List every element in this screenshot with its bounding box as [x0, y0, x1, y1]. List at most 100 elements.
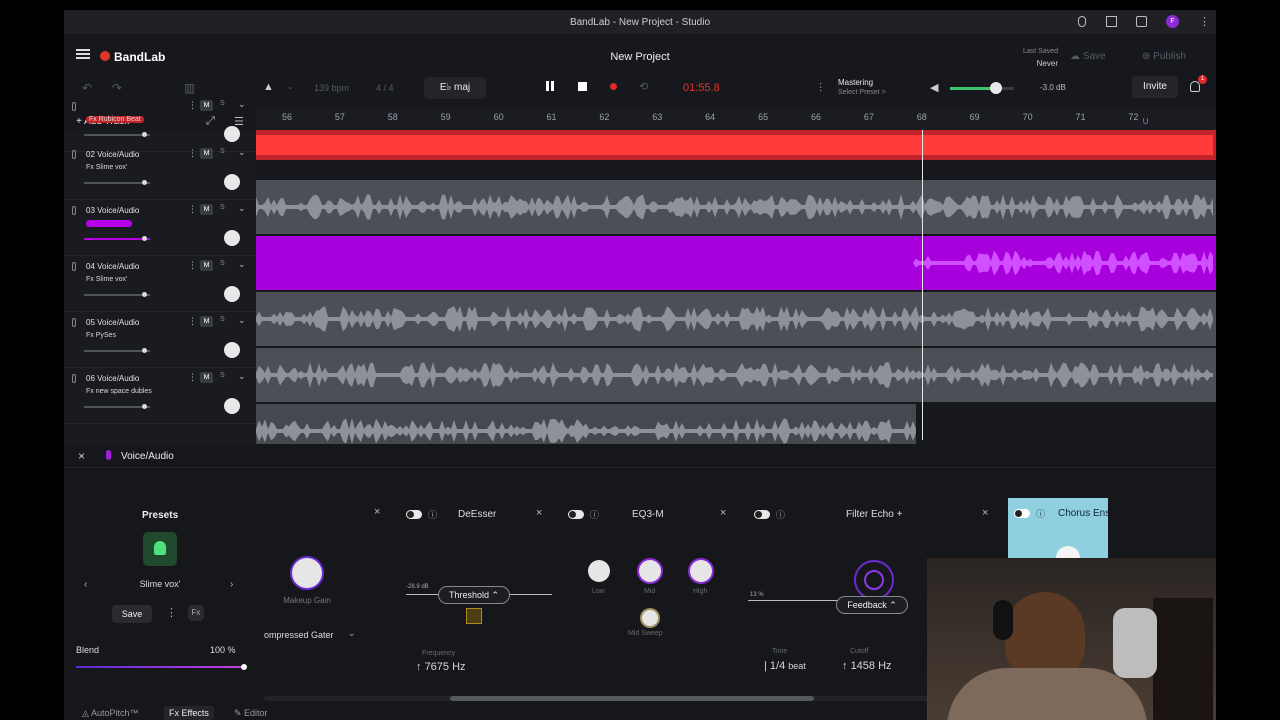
track-volume-slider[interactable] — [84, 180, 150, 185]
track-volume-slider[interactable] — [84, 348, 150, 353]
close-plugin-icon[interactable]: × — [374, 506, 380, 518]
track-more-icon[interactable]: ⋮ — [188, 100, 197, 111]
track-mic-icon[interactable] — [72, 318, 76, 327]
save-button[interactable]: ☁ Save — [1070, 51, 1106, 62]
track-volume-knob[interactable] — [142, 348, 147, 353]
mute-button[interactable]: M — [200, 204, 213, 215]
undo-icon[interactable]: ↶ — [82, 81, 92, 95]
prev-preset-icon[interactable]: ‹ — [84, 579, 87, 590]
makeup-gain-knob[interactable] — [292, 558, 322, 588]
track-row[interactable]: 03 Voice/Audio Fx Slime vox ⋮ M S ⌄ — [64, 200, 256, 256]
deesser-info-icon[interactable]: ⓘ — [428, 508, 437, 521]
track-fx-label[interactable]: Fx Slime vox — [86, 220, 133, 227]
track-name[interactable]: 05 Voice/Audio — [86, 318, 139, 327]
frequency-value[interactable]: ↑ 7675 Hz — [416, 661, 466, 673]
user-avatar[interactable]: F — [1166, 15, 1179, 28]
mute-button[interactable]: M — [200, 316, 213, 327]
track-pan-knob[interactable] — [224, 398, 240, 414]
mastering-icon[interactable]: ⫶ — [819, 81, 822, 96]
more-options-icon[interactable]: ⋮ — [1199, 15, 1210, 28]
track-name[interactable]: 02 Voice/Audio — [86, 150, 139, 159]
track-fx-label[interactable]: Fx Slime vox' — [86, 276, 127, 283]
volume-knob[interactable] — [990, 82, 1003, 94]
track-pan-knob[interactable] — [224, 126, 240, 142]
track-lane[interactable] — [256, 130, 1216, 160]
metronome-icon[interactable]: ▲ — [263, 81, 274, 93]
track-volume-knob[interactable] — [142, 236, 147, 241]
track-lane[interactable] — [256, 292, 1216, 346]
solo-button[interactable]: S — [220, 316, 225, 323]
threshold-control[interactable]: Threshold ⌃ — [438, 586, 510, 604]
track-row[interactable]: 02 Voice/Audio Fx Slime vox' ⋮ M S ⌄ — [64, 144, 256, 200]
timeline-ruler[interactable]: 56 57 58 59 60 61 62 63 64 65 66 67 68 69 70 71 72 — [256, 108, 1216, 130]
mastering-label[interactable]: Mastering — [838, 78, 873, 87]
mute-button[interactable]: M — [200, 372, 213, 383]
solo-button[interactable]: S — [220, 260, 225, 267]
track-expand-icon[interactable]: ⌄ — [238, 315, 246, 326]
redo-icon[interactable]: ↷ — [112, 81, 122, 95]
close-panel-icon[interactable]: × — [78, 449, 85, 463]
extensions-icon[interactable] — [1136, 16, 1147, 27]
track-volume-slider[interactable] — [84, 292, 150, 297]
mute-button[interactable]: M — [200, 260, 213, 271]
track-more-icon[interactable]: ⋮ — [188, 148, 197, 159]
track-mic-icon[interactable] — [72, 150, 76, 159]
eq-high-knob[interactable] — [690, 560, 712, 582]
deesser-toggle[interactable] — [406, 510, 422, 519]
track-volume-knob[interactable] — [142, 180, 147, 185]
track-row[interactable]: 05 Voice/Audio Fx PySes ⋮ M S ⌄ — [64, 312, 256, 368]
playhead[interactable] — [921, 130, 923, 440]
save-preset-button[interactable]: Save — [112, 605, 152, 623]
speaker-icon[interactable]: ◀ — [930, 81, 938, 94]
piano-icon[interactable] — [1106, 16, 1117, 27]
key-selector[interactable]: E♭ maj — [424, 77, 486, 99]
record-button[interactable] — [610, 83, 617, 90]
tab-autopitch[interactable]: ◬ AutoPitch™ — [82, 708, 138, 719]
track-more-icon[interactable]: ⋮ — [188, 372, 197, 383]
track-lane[interactable] — [256, 236, 1216, 290]
track-pan-knob[interactable] — [224, 230, 240, 246]
mastering-preset[interactable]: Select Preset > — [838, 89, 886, 96]
chorus-info-icon[interactable]: ⓘ — [1036, 507, 1045, 520]
bpm-display[interactable]: 139 bpm — [314, 83, 349, 93]
plugins-scrollbar[interactable] — [264, 696, 988, 701]
echo-toggle[interactable] — [754, 510, 770, 519]
track-volume-slider[interactable] — [84, 132, 150, 137]
magnet-icon[interactable]: ∪ — [1142, 116, 1149, 127]
track-volume-slider[interactable] — [84, 404, 150, 409]
mute-button[interactable]: M — [200, 148, 213, 159]
blend-knob[interactable] — [241, 664, 247, 670]
track-mic-icon[interactable] — [72, 102, 76, 111]
echo-info-icon[interactable]: ⓘ — [776, 508, 785, 521]
master-volume-slider[interactable] — [950, 82, 1014, 94]
preset-more-icon[interactable]: ⋮ — [166, 606, 177, 619]
track-expand-icon[interactable]: ⌄ — [238, 203, 246, 214]
track-volume-slider[interactable] — [84, 236, 150, 241]
time-signature[interactable]: 4 / 4 — [376, 83, 394, 93]
track-mic-icon[interactable] — [72, 206, 76, 215]
plugin-name[interactable]: ompressed Gater — [264, 630, 334, 640]
mic-icon[interactable] — [1078, 16, 1086, 27]
tab-editor[interactable]: ✎ Editor — [234, 708, 268, 719]
cutoff-value[interactable]: ↑ 1458 Hz — [842, 660, 892, 672]
track-expand-icon[interactable]: ⌄ — [238, 147, 246, 158]
track-more-icon[interactable]: ⋮ — [188, 260, 197, 271]
track-row[interactable]: 06 Voice/Audio Fx new space dubles ⋮ M S ⌄ — [64, 368, 256, 424]
fx-bypass-icon[interactable]: Fx — [188, 605, 204, 621]
blend-slider[interactable] — [76, 664, 247, 670]
track-volume-knob[interactable] — [142, 132, 147, 137]
track-fx-label[interactable]: Fx Rubicon Beat — [86, 116, 144, 123]
track-name[interactable]: 04 Voice/Audio — [86, 262, 139, 271]
track-volume-knob[interactable] — [142, 404, 147, 409]
track-fx-label[interactable]: Fx PySes — [86, 332, 116, 339]
pause-button[interactable] — [546, 81, 549, 91]
plugin-dropdown-icon[interactable]: ⌄ — [348, 628, 356, 639]
solo-button[interactable]: S — [220, 372, 225, 379]
eq-toggle[interactable] — [568, 510, 584, 519]
eq-info-icon[interactable]: ⓘ — [590, 508, 599, 521]
time-value[interactable]: | 1/4 beat — [764, 660, 806, 672]
eq-midsweep-knob[interactable] — [642, 610, 658, 626]
track-lane[interactable] — [256, 348, 1216, 402]
track-more-icon[interactable]: ⋮ — [188, 316, 197, 327]
track-pan-knob[interactable] — [224, 286, 240, 302]
